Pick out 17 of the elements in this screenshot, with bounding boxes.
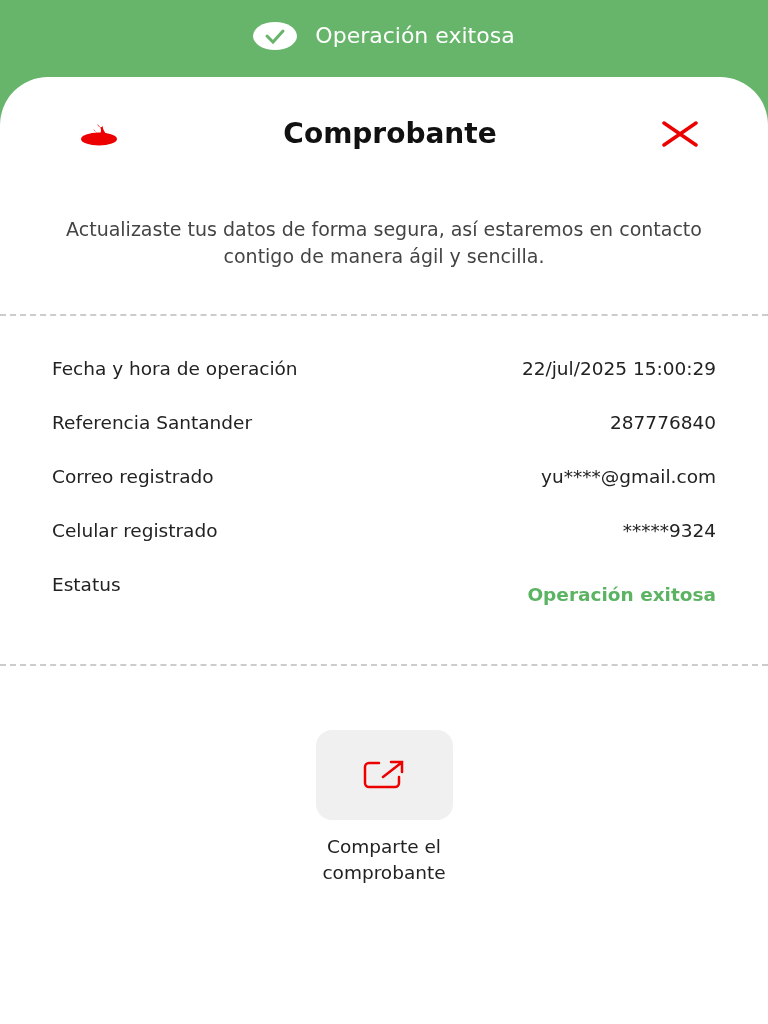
detail-value: 287776840 <box>610 412 716 433</box>
detail-value: *****9324 <box>622 520 716 541</box>
detail-label: Estatus <box>52 574 121 595</box>
detail-value: 22/jul/2025 15:00:29 <box>521 358 716 379</box>
confirmation-message: Actualizaste tus datos de forma segura, así estaremos en contacto contigo de manera ágil y sencilla. <box>65 217 703 269</box>
detail-label: Fecha y hora de operación <box>52 358 298 379</box>
screen-title: Comprobante <box>283 117 497 150</box>
detail-value: yu****@gmail.com <box>541 466 716 487</box>
banner-text: Operación exitosa <box>315 23 515 48</box>
detail-label: Referencia Santander <box>52 412 252 433</box>
share-label: Comparte el comprobante <box>321 835 447 885</box>
detail-label: Celular registrado <box>52 520 218 541</box>
close-icon[interactable] <box>662 120 698 147</box>
status-value: Operación exitosa <box>527 584 716 605</box>
check-icon <box>253 21 298 50</box>
share-button[interactable] <box>315 730 453 820</box>
detail-label: Correo registrado <box>52 466 214 487</box>
